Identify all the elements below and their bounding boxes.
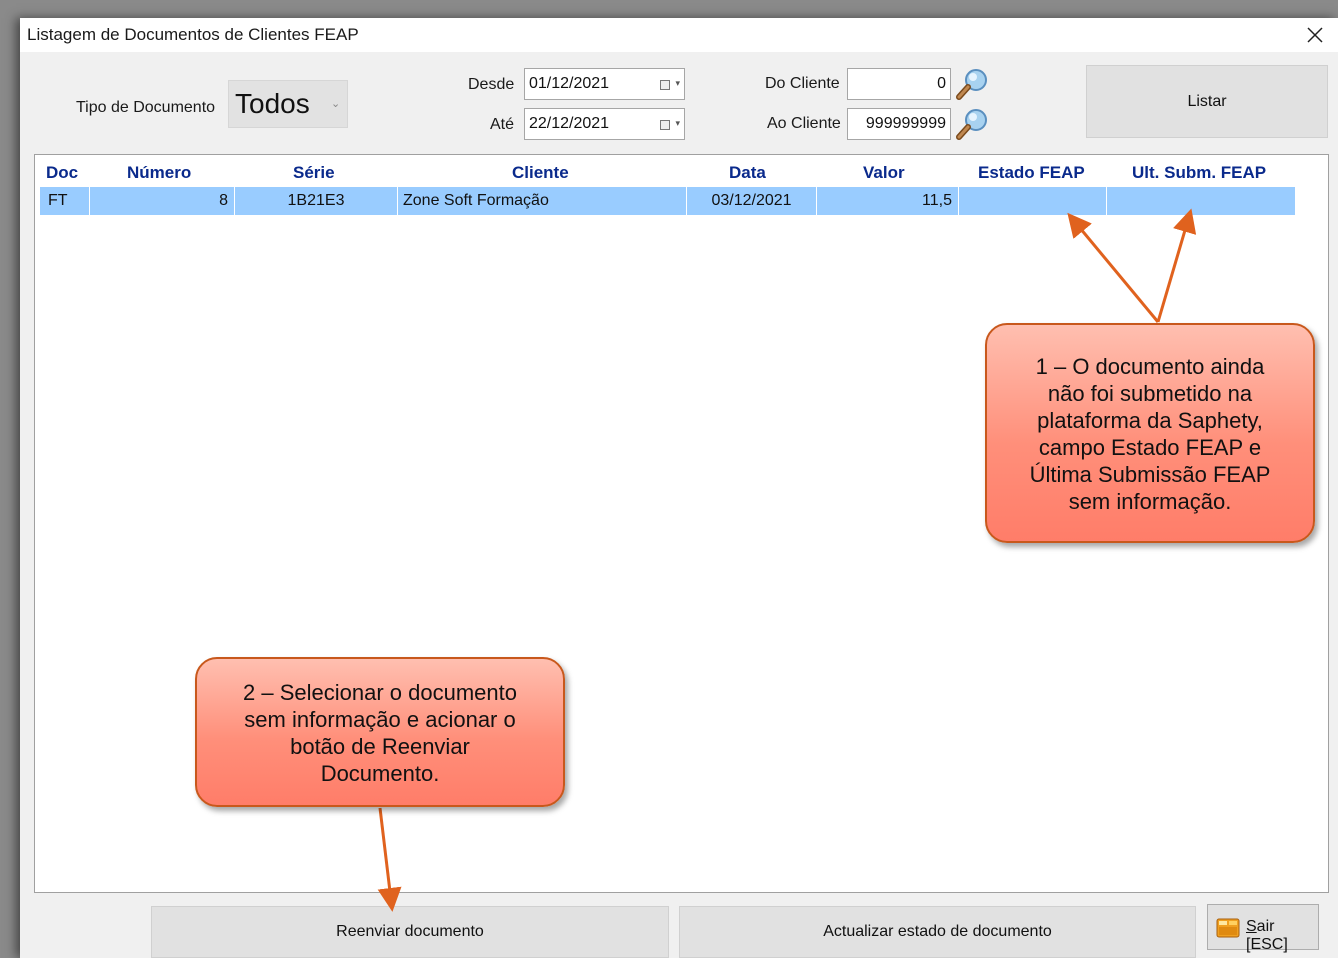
callout-two-line: botão de Reenviar <box>290 734 470 759</box>
arrow-to-estado-feap <box>1067 212 1160 323</box>
callout-one-line: sem informação. <box>1068 489 1232 514</box>
callout-one-line: Última Submissão FEAP <box>1029 462 1271 487</box>
callout-two-line: Documento. <box>320 761 440 786</box>
arrow-to-reenviar-button <box>377 807 402 912</box>
arrow-to-ult-subm-feap <box>1156 208 1197 323</box>
callout-one-line: campo Estado FEAP e <box>1038 435 1262 460</box>
callout-two: 2 – Selecionar o documento sem informaçã… <box>195 657 565 807</box>
callout-one-line: plataforma da Saphety, <box>1037 408 1263 433</box>
callout-one-line: 1 – O documento ainda <box>1035 354 1265 379</box>
callout-one: 1 – O documento ainda não foi submetido … <box>985 323 1315 543</box>
callout-two-line: sem informação e acionar o <box>244 707 516 732</box>
callout-one-line: não foi submetido na <box>1047 381 1253 406</box>
callout-two-line: 2 – Selecionar o documento <box>243 680 517 705</box>
